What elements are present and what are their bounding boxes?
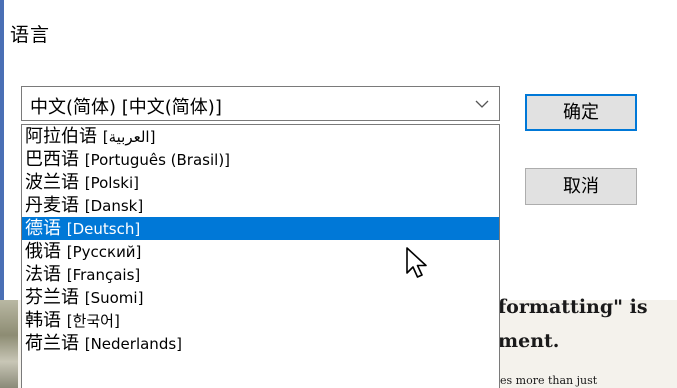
mouse-cursor-icon [406,247,427,278]
language-option-german[interactable]: 德语 [Deutsch] [22,217,499,240]
background-text-line: formatting" is [498,296,648,318]
language-option-native: [Deutsch] [66,220,141,238]
language-option-name: 德语 [25,218,61,239]
language-option-native: [Français] [66,266,141,284]
language-option-name: 荷兰语 [25,333,79,354]
language-option-name: 阿拉伯语 [25,126,97,147]
language-option-dutch[interactable]: 荷兰语 [Nederlands] [22,332,499,355]
language-option-native: [العربية] [102,128,156,146]
language-option-name: 韩语 [25,310,61,331]
language-option-name: 芬兰语 [25,287,79,308]
language-option-finnish[interactable]: 芬兰语 [Suomi] [22,286,499,309]
language-option-brazilian-portuguese[interactable]: 巴西语 [Português (Brasil)] [22,148,499,171]
background-image-strip [0,300,18,388]
language-option-name: 法语 [25,264,61,285]
language-option-name: 巴西语 [25,149,79,170]
language-select-value: 中文(简体) [中文(简体)] [30,97,222,118]
background-text-line: ment. [498,330,560,352]
language-option-name: 丹麦语 [25,195,79,216]
language-option-korean[interactable]: 韩语 [한국어] [22,309,499,332]
language-select[interactable]: 中文(简体) [中文(简体)] [21,86,500,121]
language-option-danish[interactable]: 丹麦语 [Dansk] [22,194,499,217]
language-option-native: [Português (Brasil)] [84,151,231,169]
window-edge [0,0,4,300]
dialog-title: 语言 [10,24,51,46]
cancel-button[interactable]: 取消 [525,168,637,205]
language-option-native: [한국어] [66,312,120,330]
language-option-native: [Nederlands] [84,335,183,353]
language-option-native: [Polski] [84,174,139,192]
language-dialog: formatting" is ment. es more than just 语… [0,0,677,388]
language-option-native: [Русский] [66,243,142,261]
language-option-polish[interactable]: 波兰语 [Polski] [22,171,499,194]
background-text-line: es more than just [500,374,598,387]
language-option-native: [Dansk] [84,197,144,215]
ok-button[interactable]: 确定 [525,94,637,131]
language-option-name: 波兰语 [25,172,79,193]
chevron-down-icon [475,100,489,108]
language-option-arabic[interactable]: 阿拉伯语 [العربية] [22,125,499,148]
language-option-name: 俄语 [25,241,61,262]
language-option-native: [Suomi] [84,289,144,307]
